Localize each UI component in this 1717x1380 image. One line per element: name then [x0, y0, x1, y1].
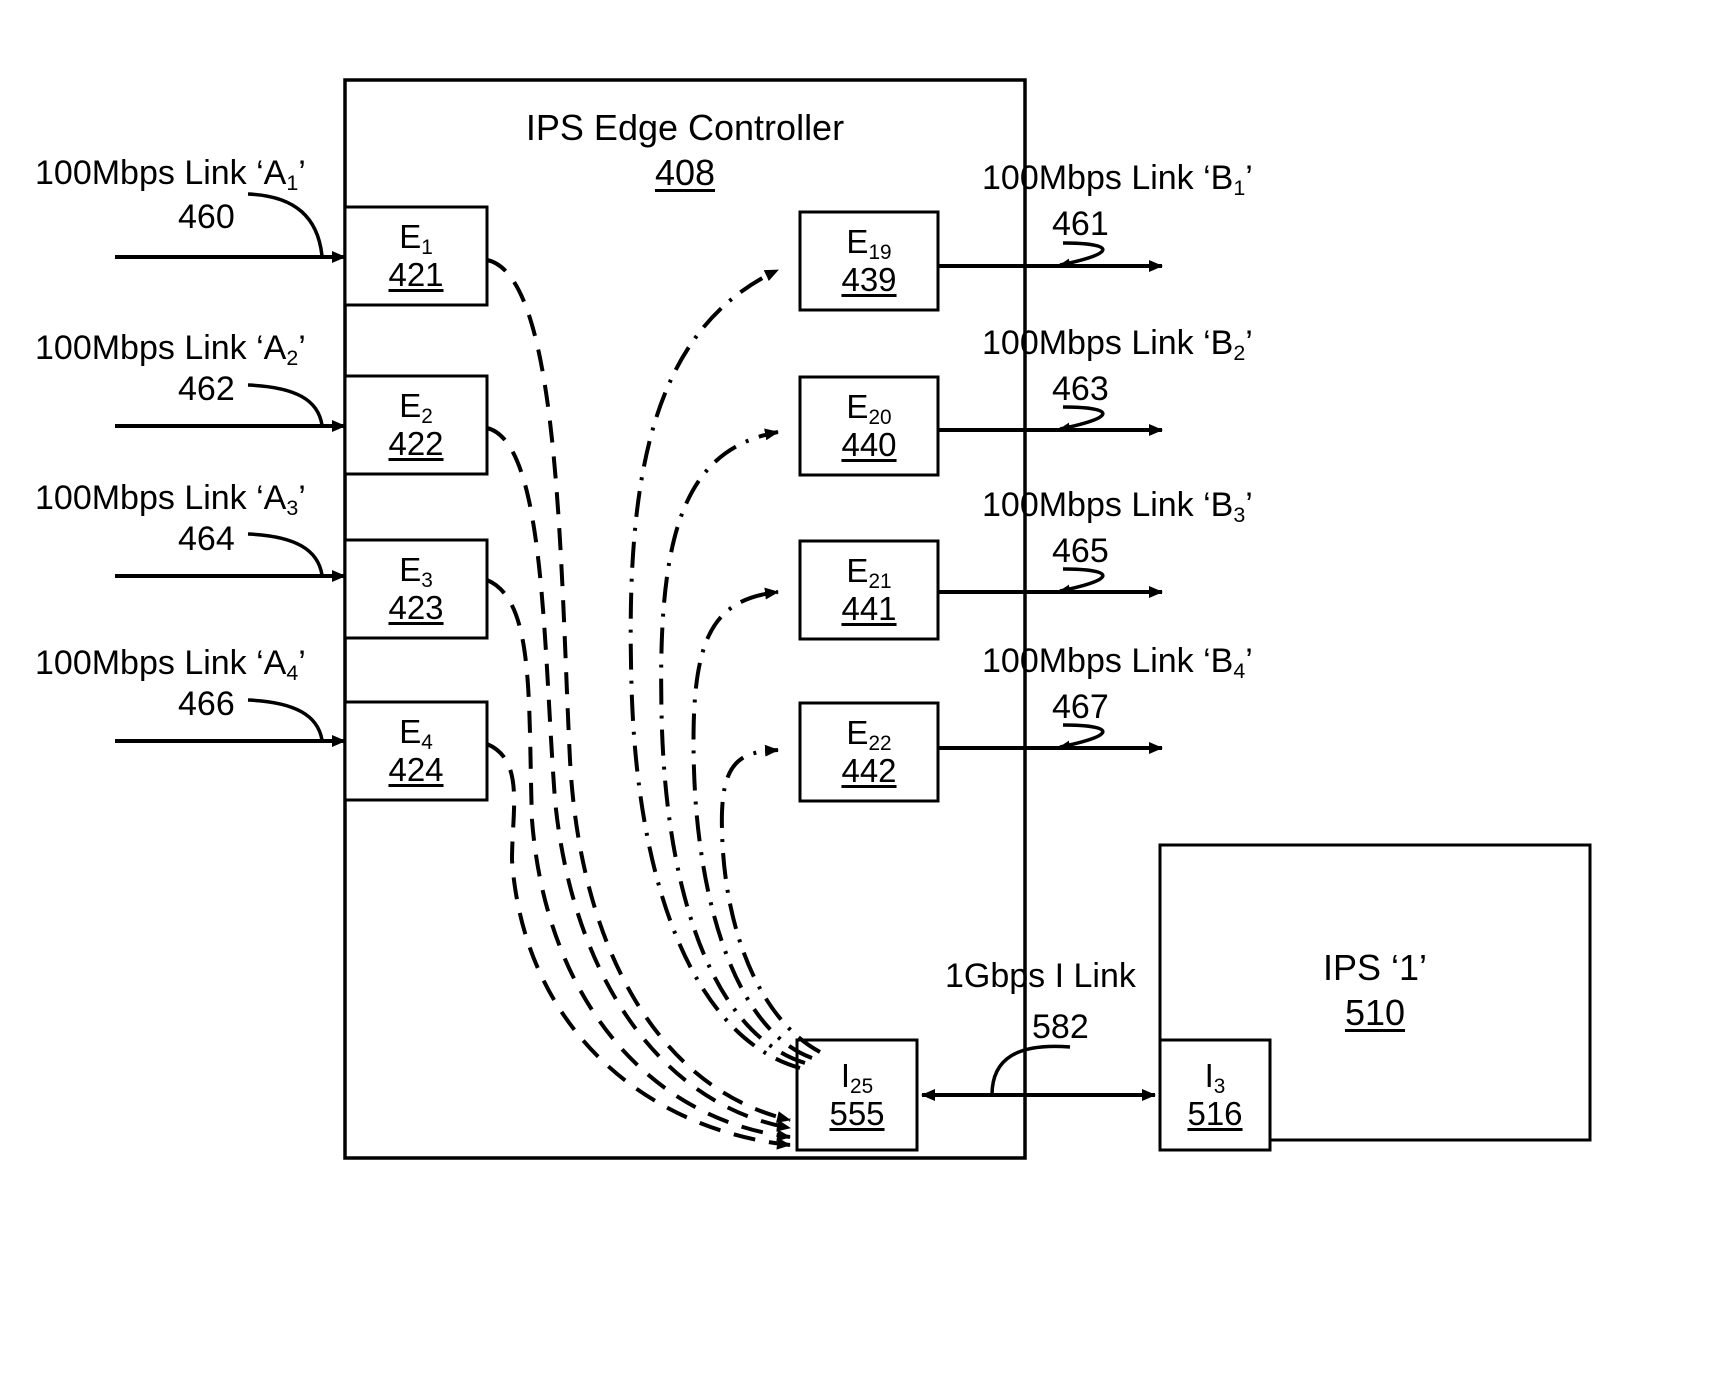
link-label-b3: 100Mbps Link ‘B3’ [982, 486, 1253, 528]
ips-1-ref: 510 [1344, 992, 1406, 1033]
controller-ref: 408 [654, 152, 716, 193]
link-ref-464: 464 [178, 520, 235, 558]
ips-1-title-block: IPS ‘1’ 510 [1160, 945, 1590, 1035]
controller-title: IPS Edge Controller [525, 107, 845, 148]
link-label-b2: 100Mbps Link ‘B2’ [982, 324, 1253, 366]
port-ref-e22: 442 [841, 752, 897, 789]
flow-e3-to-i25 [486, 578, 791, 1142]
link-label-a3: 100Mbps Link ‘A3’ [35, 479, 306, 521]
link-label-b1: 100Mbps Link ‘B1’ [982, 159, 1253, 201]
link-label-b4: 100Mbps Link ‘B4’ [982, 642, 1253, 684]
port-label-i25: I25 555 [797, 1040, 917, 1150]
ref-leader-461 [1030, 243, 1078, 264]
port-label-e4: E4 424 [345, 702, 487, 800]
controller-title-block: IPS Edge Controller 408 [345, 105, 1025, 195]
port-name-e1: E1 [399, 218, 433, 260]
callout-curve-465 [1059, 567, 1105, 594]
link-label-a2: 100Mbps Link ‘A2’ [35, 329, 306, 371]
port-ref-e3: 423 [388, 589, 444, 626]
port-name-i3: I3 [1204, 1057, 1226, 1099]
port-ref-e1: 421 [388, 256, 444, 293]
port-name-e4: E4 [399, 713, 433, 755]
port-name-e19: E19 [846, 223, 892, 265]
port-label-e1: E1 421 [345, 207, 487, 305]
leader-466 [247, 698, 324, 741]
port-label-e3: E3 423 [345, 540, 487, 638]
leader-460 [247, 192, 324, 257]
interconnect-link-ref: 582 [1032, 1008, 1089, 1046]
port-name-i25: I25 [840, 1057, 874, 1099]
port-name-e2: E2 [399, 387, 433, 429]
port-ref-e2: 422 [388, 425, 444, 462]
diagram-vector-layer [115, 78, 1592, 1160]
link-ref-465: 465 [1052, 532, 1109, 570]
leader-582 [990, 1044, 1071, 1096]
port-label-e22: E22 442 [800, 703, 938, 801]
callout-curve-467 [1059, 723, 1105, 750]
callout-curve-463 [1059, 405, 1105, 432]
leader-462 [247, 383, 324, 426]
port-label-e20: E20 440 [800, 377, 938, 475]
port-name-e22: E22 [846, 714, 892, 756]
port-ref-e21: 441 [841, 590, 897, 627]
port-ref-i25: 555 [829, 1095, 885, 1132]
link-ref-462: 462 [178, 370, 235, 408]
patent-figure-canvas: IPS Edge Controller 408 IPS ‘1’ 510 E1 4… [0, 0, 1717, 1380]
port-ref-e20: 440 [841, 426, 897, 463]
port-label-e21: E21 441 [800, 541, 938, 639]
flow-i25-to-e19 [628, 268, 801, 1070]
port-name-e20: E20 [846, 388, 892, 430]
link-ref-467: 467 [1052, 688, 1109, 726]
port-name-e3: E3 [399, 551, 433, 593]
port-ref-i3: 516 [1187, 1095, 1243, 1132]
flow-e1-to-i25 [486, 258, 791, 1123]
link-label-a4: 100Mbps Link ‘A4’ [35, 644, 306, 686]
callout-curve-461 [1059, 241, 1105, 268]
port-label-e2: E2 422 [345, 376, 487, 474]
ref-curve-461 [1027, 244, 1075, 264]
port-name-e21: E21 [846, 552, 892, 594]
link-ref-461: 461 [1052, 205, 1109, 243]
link-ref-460: 460 [178, 198, 235, 236]
port-ref-e19: 439 [841, 261, 897, 298]
link-ref-466: 466 [178, 685, 235, 723]
callout-461 [1024, 243, 1072, 265]
flow-i25-to-e21 [691, 587, 813, 1060]
leader-464 [247, 532, 324, 576]
ips-1-title: IPS ‘1’ [1322, 947, 1428, 988]
interconnect-link-label: 1Gbps I Link [945, 957, 1136, 995]
link-label-a1: 100Mbps Link ‘A1’ [35, 154, 306, 196]
port-label-i3: I3 516 [1160, 1040, 1270, 1150]
port-label-e19: E19 439 [800, 212, 938, 310]
port-ref-e4: 424 [388, 751, 444, 788]
link-ref-463: 463 [1052, 370, 1109, 408]
